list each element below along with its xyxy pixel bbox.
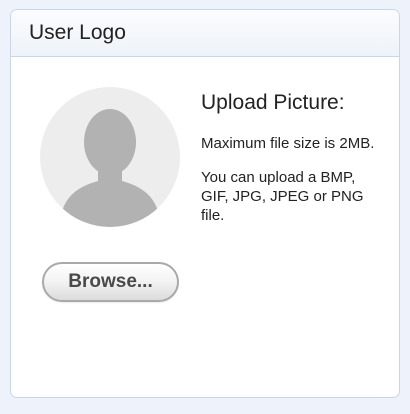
formats-text: You can upload a BMP, GIF, JPG, JPEG or … bbox=[201, 169, 364, 224]
panel-title: User Logo bbox=[29, 21, 126, 44]
user-silhouette-icon bbox=[60, 109, 160, 227]
max-size-text: Maximum file size is 2MB. bbox=[201, 135, 375, 152]
user-logo-panel: User Logo Browse... Upload Picture: Maxi… bbox=[10, 9, 400, 398]
avatar-placeholder bbox=[40, 87, 180, 227]
panel-header: User Logo bbox=[11, 10, 399, 57]
upload-title: Upload Picture: bbox=[201, 91, 345, 114]
browse-button[interactable]: Browse... bbox=[42, 262, 179, 302]
upload-info: Upload Picture: Maximum file size is 2MB… bbox=[201, 90, 386, 240]
